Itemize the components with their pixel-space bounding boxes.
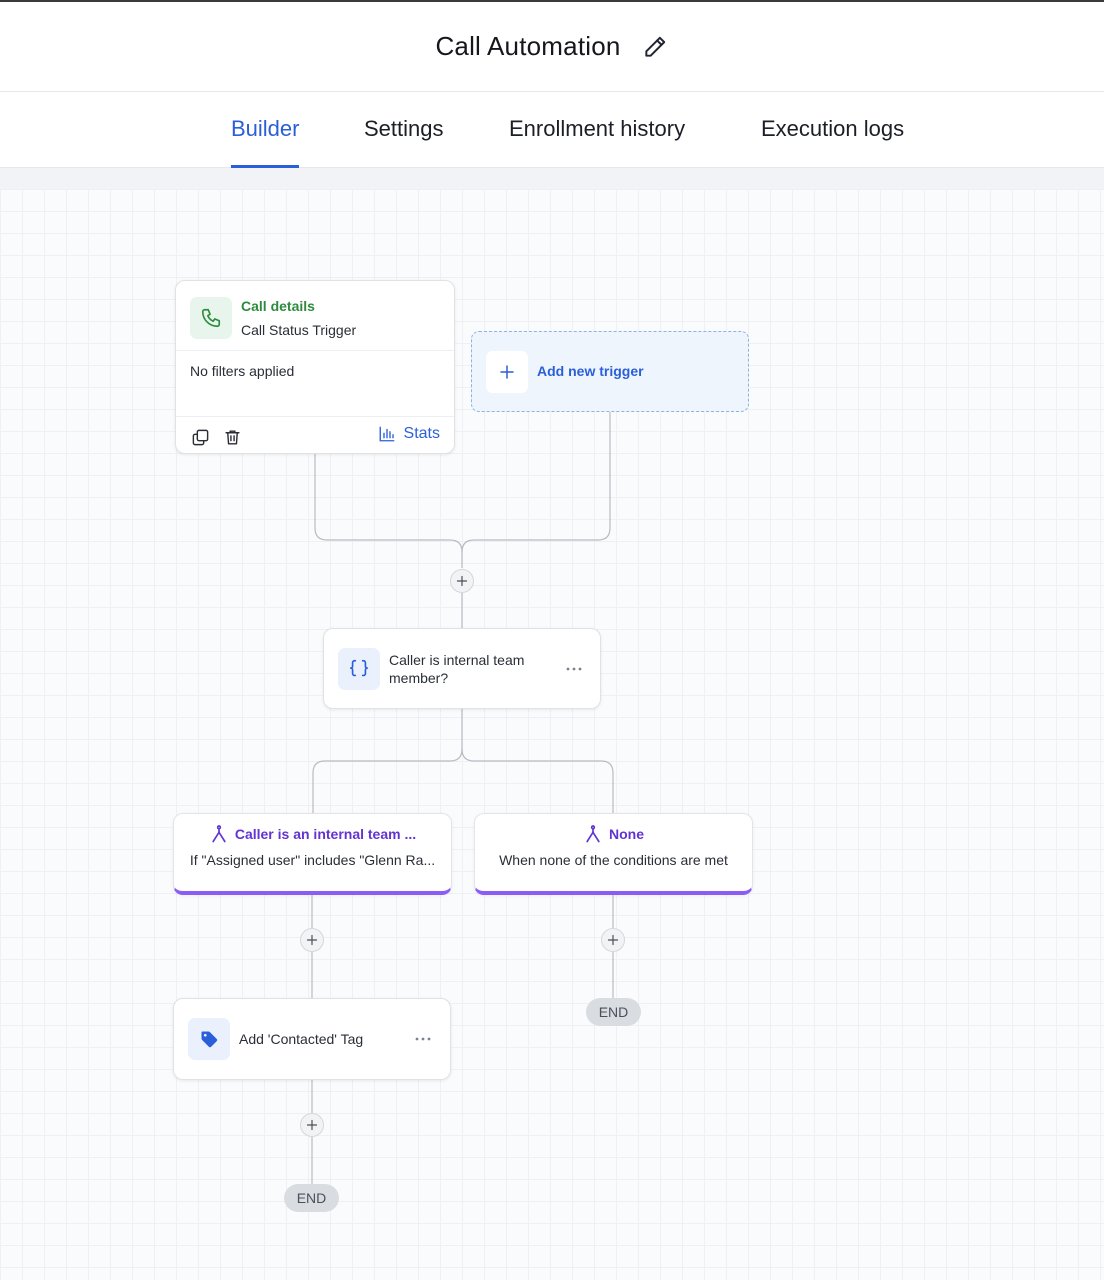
end-node: END [284,1184,339,1212]
trigger-card-header: Call details Call Status Trigger [176,281,454,351]
trigger-card[interactable]: Call details Call Status Trigger No filt… [175,280,455,454]
plus-icon [306,934,318,946]
add-step-button[interactable] [450,569,474,593]
page-header: Call Automation [0,2,1104,92]
edit-title-button[interactable] [641,33,669,61]
page-title: Call Automation [435,31,621,61]
plus-icon [500,365,514,379]
branch-title: None [609,826,644,842]
tag-icon [201,1031,218,1048]
tab-enrollment-history[interactable]: Enrollment history [509,92,685,168]
branch-split-icon [586,825,600,843]
trigger-name: Call Status Trigger [241,322,357,338]
plus-icon [607,934,619,946]
phone-icon [201,308,221,328]
condition-icon-box [338,648,380,690]
branch-title-row: Caller is an internal team ... [174,824,451,844]
tab-settings[interactable]: Settings [364,92,444,168]
more-horizontal-icon [415,1037,431,1041]
add-trigger-icon-box [486,351,528,393]
pencil-icon [644,36,665,57]
plus-icon [456,575,468,587]
tab-bar: Builder Settings Enrollment history Exec… [0,92,1104,168]
delete-button[interactable] [221,426,243,448]
tab-execution-logs[interactable]: Execution logs [761,92,904,168]
branch-title-row: None [475,824,752,844]
add-trigger-button[interactable]: Add new trigger [471,331,749,412]
bar-chart-icon [379,426,394,442]
tab-builder[interactable]: Builder [231,92,300,168]
duplicate-button[interactable] [189,426,211,448]
action-label: Add 'Contacted' Tag [239,1031,364,1047]
branch-description: When none of the conditions are met [499,852,728,868]
add-step-button[interactable] [300,928,324,952]
add-step-button[interactable] [601,928,625,952]
stats-button[interactable]: Stats [378,425,440,443]
plus-icon [306,1119,318,1131]
branch-title: Caller is an internal team ... [234,826,417,842]
canvas-toolbar-band [0,168,1104,189]
curly-braces-icon [349,659,369,677]
trigger-category: Call details [241,298,315,314]
branch-card-internal[interactable]: Caller is an internal team ... If "Assig… [173,813,452,895]
trigger-card-footer: Stats [176,416,454,455]
branch-split-icon [212,825,226,843]
condition-card[interactable]: Caller is internal team member? [323,628,601,709]
trash-icon [224,429,240,445]
action-icon-box [188,1018,230,1060]
more-horizontal-icon [566,667,582,671]
copy-icon [192,429,208,445]
condition-more-button[interactable] [562,659,586,679]
branch-description: If "Assigned user" includes "Glenn Ra... [189,852,436,868]
end-node: END [586,998,641,1026]
add-step-button[interactable] [300,1113,324,1137]
add-trigger-label: Add new trigger [537,363,644,379]
trigger-filters: No filters applied [190,363,295,379]
branch-card-none[interactable]: None When none of the conditions are met [474,813,753,895]
action-card[interactable]: Add 'Contacted' Tag [173,998,451,1080]
trigger-icon-box [190,297,232,339]
stats-label: Stats [403,425,440,442]
action-more-button[interactable] [411,1029,435,1049]
condition-label: Caller is internal team member? [389,652,525,686]
